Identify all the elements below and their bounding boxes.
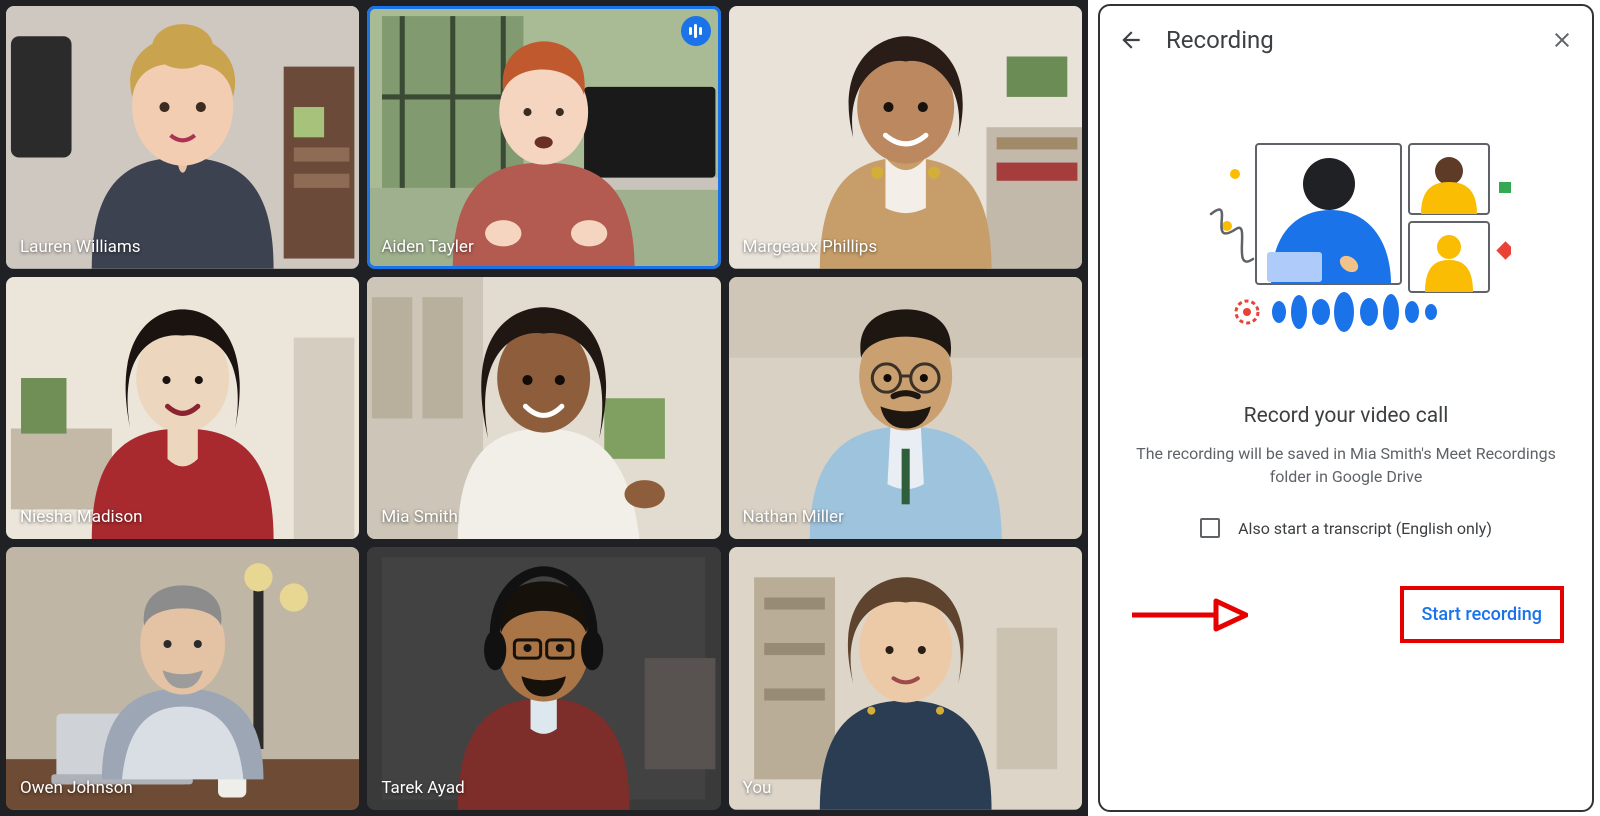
transcript-label: Also start a transcript (English only)	[1238, 519, 1492, 538]
participant-name: Aiden Tayler	[381, 237, 473, 257]
panel-header: Recording	[1118, 26, 1574, 54]
video-grid: Lauren Williams Aiden Tayler	[0, 0, 1088, 816]
participant-tile[interactable]: Mia Smith	[367, 277, 720, 540]
transcript-checkbox[interactable]	[1200, 518, 1220, 538]
participant-name: Mia Smith	[381, 507, 458, 527]
speaking-indicator-icon	[681, 16, 711, 46]
participant-name: You	[743, 778, 772, 798]
participant-tile[interactable]: Tarek Ayad	[367, 547, 720, 810]
annotation-highlight: Start recording	[1400, 586, 1564, 643]
participant-tile[interactable]: Aiden Tayler	[367, 6, 720, 269]
start-recording-button[interactable]: Start recording	[1412, 598, 1552, 631]
participant-tile[interactable]: Margeaux Phillips	[729, 6, 1082, 269]
back-button[interactable]	[1118, 27, 1144, 53]
participant-name: Margeaux Phillips	[743, 237, 877, 257]
record-heading: Record your video call	[1118, 404, 1574, 428]
recording-panel: Recording	[1098, 4, 1594, 812]
recording-illustration	[1181, 134, 1511, 354]
participant-name: Nathan Miller	[743, 507, 844, 527]
participant-name: Niesha Madison	[20, 507, 143, 527]
participant-tile[interactable]: Nathan Miller	[729, 277, 1082, 540]
participant-name: Tarek Ayad	[381, 778, 464, 798]
record-description: The recording will be saved in Mia Smith…	[1118, 442, 1574, 488]
participant-name: Owen Johnson	[20, 778, 133, 798]
participant-tile[interactable]: Owen Johnson	[6, 547, 359, 810]
participant-tile[interactable]: You	[729, 547, 1082, 810]
annotation-arrow-icon	[1128, 591, 1248, 639]
close-button[interactable]	[1550, 28, 1574, 52]
panel-title: Recording	[1166, 26, 1274, 54]
participant-tile[interactable]: Niesha Madison	[6, 277, 359, 540]
participant-name: Lauren Williams	[20, 237, 141, 257]
transcript-option[interactable]: Also start a transcript (English only)	[1118, 518, 1574, 538]
participant-tile[interactable]: Lauren Williams	[6, 6, 359, 269]
